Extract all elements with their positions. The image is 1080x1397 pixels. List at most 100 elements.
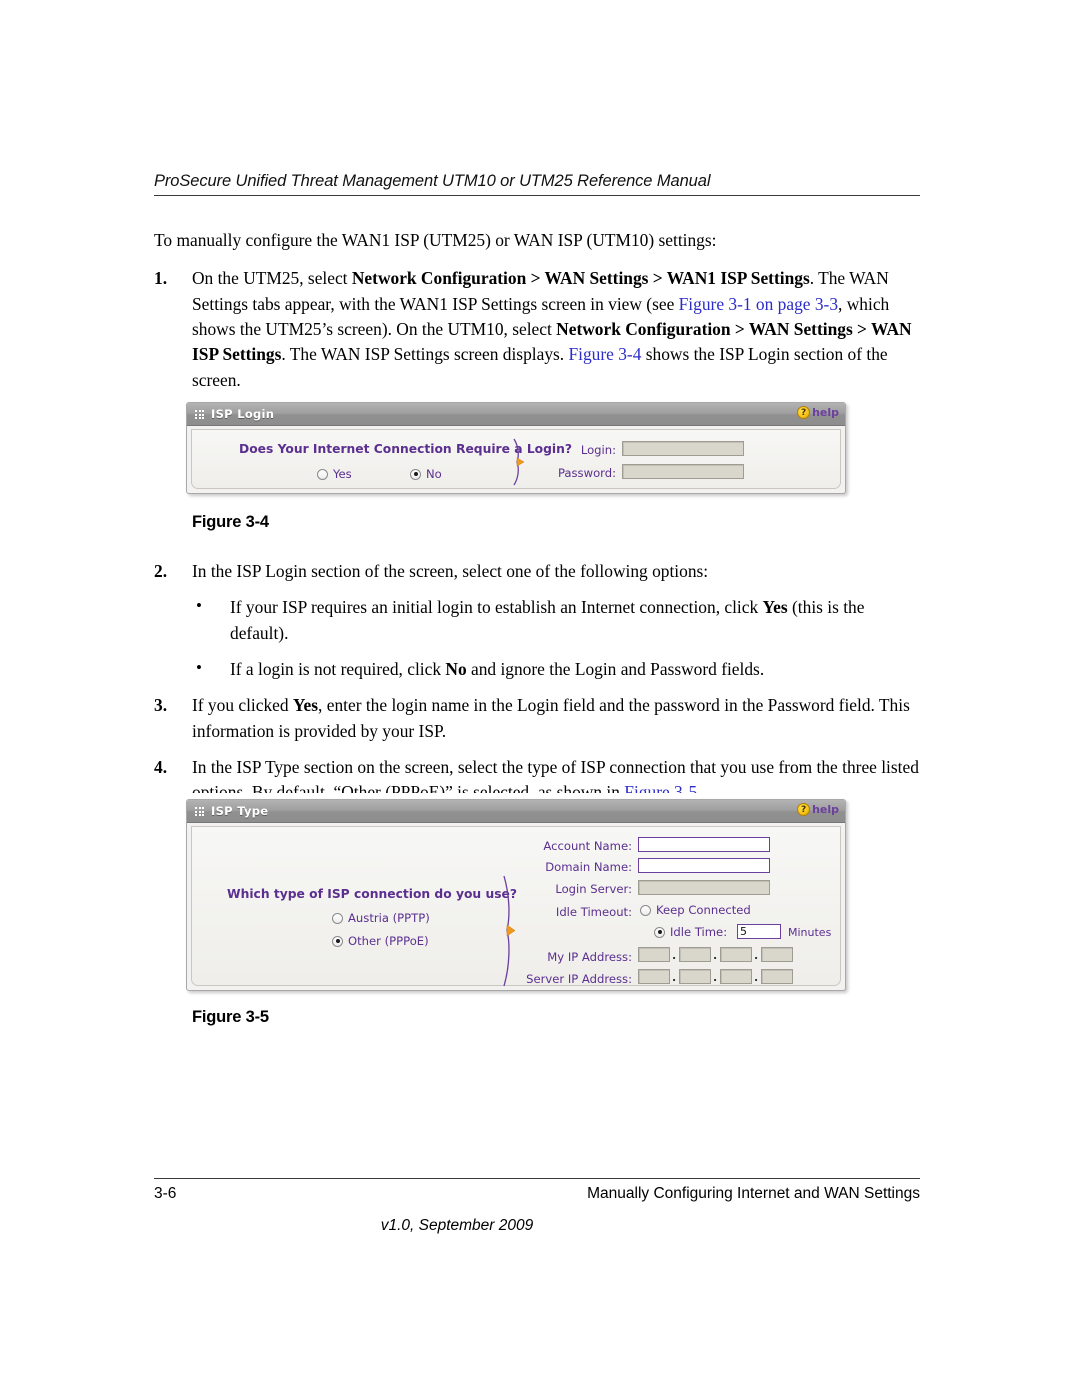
text-run: If your ISP requires an initial login to… [230, 597, 763, 618]
radio-keep-connected[interactable]: Keep Connected [640, 903, 751, 917]
isp-type-body: Which type of ISP connection do you use?… [191, 826, 841, 987]
idle-timeout-label: Idle Timeout: [555, 905, 632, 919]
idle-time-unit-label: Minutes [788, 926, 832, 939]
ip-separator: . [754, 949, 759, 962]
isp-type-panel: ISP Type ? help Which type of ISP connec… [186, 799, 846, 991]
radio-yes-icon[interactable] [317, 468, 328, 480]
domain-name-label: Domain Name: [545, 860, 632, 874]
idle-time-label: Idle Time: [670, 925, 728, 939]
login-server-label: Login Server: [555, 882, 632, 896]
footer-version: v1.0, September 2009 [380, 1217, 534, 1234]
radio-austria-pptp[interactable]: Austria (PPTP) [332, 911, 430, 925]
bullet-text: If your ISP requires an initial login to… [230, 597, 864, 642]
login-label: Login: [580, 443, 616, 457]
page-content-lower: 2. In the ISP Login section of the scree… [154, 559, 926, 817]
login-server-input[interactable] [638, 880, 770, 895]
text-run: In the ISP Login section of the screen, … [192, 561, 709, 581]
bullet-list: • If your ISP requires an initial login … [154, 595, 926, 682]
ip-separator: . [672, 949, 677, 962]
radio-idle-time[interactable]: Idle Time: [654, 925, 727, 939]
my-ip-octet-2[interactable] [679, 947, 711, 962]
radio-yes[interactable]: Yes [317, 467, 352, 481]
server-ip-octet-1[interactable] [638, 969, 670, 984]
radio-keep-connected-label: Keep Connected [656, 903, 751, 917]
cross-reference-link[interactable]: Figure 3-4 [568, 344, 641, 364]
step-text: In the ISP Login section of the screen, … [192, 561, 708, 581]
password-label: Password: [557, 466, 616, 480]
my-ip-octet-1[interactable] [638, 947, 670, 962]
page-footer: 3-6 Manually Configuring Internet and WA… [154, 1178, 920, 1235]
footer-page-number: 3-6 [154, 1185, 177, 1202]
isp-type-title-label: ISP Type [211, 804, 269, 818]
figure-3-4-caption: Figure 3-4 [192, 513, 269, 531]
help-link[interactable]: ? help [797, 406, 839, 419]
figure-isp-login-screenshot: ISP Login ? help Does Your Internet Conn… [180, 396, 852, 500]
radio-keep-connected-icon[interactable] [640, 904, 651, 916]
ip-separator: . [754, 971, 759, 984]
account-name-input[interactable] [638, 837, 770, 852]
page-header: ProSecure Unified Threat Management UTM1… [154, 172, 920, 196]
text-run: If you clicked [192, 695, 293, 716]
password-input[interactable] [622, 464, 744, 479]
step-3: 3. If you clicked Yes, enter the login n… [154, 693, 926, 744]
radio-yes-label: Yes [333, 467, 352, 481]
emphasis-text: Yes [762, 597, 788, 618]
radio-austria-pptp-icon[interactable] [332, 912, 343, 924]
my-ip-address-label: My IP Address: [547, 950, 632, 964]
radio-other-pppoe-icon[interactable] [332, 935, 343, 947]
figure-isp-type-screenshot: ISP Type ? help Which type of ISP connec… [180, 793, 852, 997]
footer-section-title: Manually Configuring Internet and WAN Se… [587, 1185, 920, 1202]
server-ip-octet-4[interactable] [761, 969, 793, 984]
text-run: If a login is not required, click [230, 658, 446, 679]
isp-login-body: Does Your Internet Connection Require a … [191, 429, 841, 489]
emphasis-text: Yes [292, 695, 319, 716]
server-ip-octet-3[interactable] [720, 969, 752, 984]
isp-login-titlebar: ISP Login ? help [187, 403, 845, 426]
cross-reference-link[interactable]: Figure 3-1 on page 3-3 [679, 294, 838, 314]
header-title: ProSecure Unified Threat Management UTM1… [154, 172, 711, 190]
step-2: 2. In the ISP Login section of the scree… [154, 559, 926, 584]
question-mark-icon: ? [797, 406, 811, 419]
radio-no[interactable]: No [410, 467, 442, 481]
radio-austria-pptp-label: Austria (PPTP) [348, 911, 430, 925]
server-ip-octet-2[interactable] [679, 969, 711, 984]
ip-separator: . [713, 971, 718, 984]
question-mark-icon: ? [797, 803, 811, 816]
radio-other-pppoe[interactable]: Other (PPPoE) [332, 934, 429, 948]
header-divider [154, 195, 920, 196]
grip-icon [195, 807, 204, 816]
emphasis-text: No [445, 658, 467, 679]
domain-name-input[interactable] [638, 858, 770, 873]
step-number: 4. [154, 756, 168, 777]
bullet-item: • If a login is not required, click No a… [192, 657, 926, 682]
text-run: and ignore the Login and Password fields… [466, 658, 765, 679]
isp-login-title-label: ISP Login [211, 407, 275, 421]
my-ip-octet-4[interactable] [761, 947, 793, 962]
step-number: 3. [154, 695, 168, 716]
idle-time-input[interactable]: 5 [737, 924, 781, 939]
step-1: 1. On the UTM25, select Network Configur… [154, 266, 926, 393]
radio-no-label: No [426, 467, 442, 481]
login-input[interactable] [622, 441, 744, 456]
my-ip-octet-3[interactable] [720, 947, 752, 962]
idle-time-value: 5 [740, 925, 747, 938]
help-link[interactable]: ? help [797, 803, 839, 816]
page-content: To manually configure the WAN1 ISP (UTM2… [154, 228, 926, 404]
bullet-marker: • [196, 596, 202, 616]
radio-other-pppoe-label: Other (PPPoE) [348, 934, 429, 948]
bullet-marker: • [196, 657, 202, 677]
ip-separator: . [713, 949, 718, 962]
server-ip-address-label: Server IP Address: [526, 972, 632, 986]
isp-type-question: Which type of ISP connection do you use? [227, 887, 518, 901]
document-page: ProSecure Unified Threat Management UTM1… [0, 0, 1080, 1397]
intro-paragraph: To manually configure the WAN1 ISP (UTM2… [154, 230, 717, 250]
step-text: If you clicked Yes, enter the login name… [192, 695, 910, 740]
footer-divider [154, 1178, 920, 1179]
account-name-label: Account Name: [543, 839, 632, 853]
radio-idle-time-icon[interactable] [654, 926, 665, 938]
help-label: help [812, 803, 839, 816]
grip-icon [195, 410, 204, 419]
step-text: On the UTM25, select Network Configurati… [192, 268, 912, 389]
radio-no-icon[interactable] [410, 468, 421, 480]
isp-login-panel: ISP Login ? help Does Your Internet Conn… [186, 402, 846, 494]
